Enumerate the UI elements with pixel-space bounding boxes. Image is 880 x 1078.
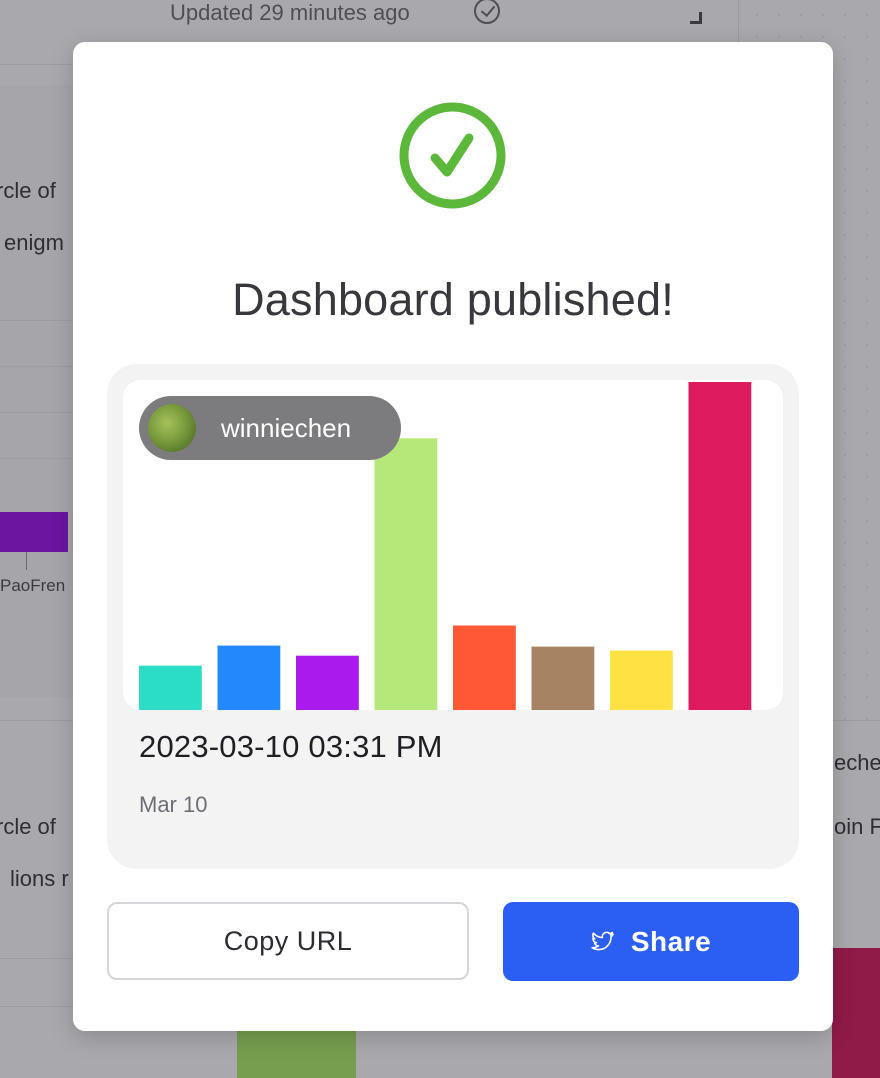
chart-bar xyxy=(296,655,359,710)
author-name: winniechen xyxy=(221,413,352,443)
modal-title: Dashboard published! xyxy=(232,274,674,325)
chart-bar xyxy=(453,625,516,710)
success-check-icon xyxy=(399,102,506,209)
background-snippet: rcle of xyxy=(0,814,56,839)
background-divider xyxy=(0,458,73,459)
background-snippet: lions r xyxy=(10,866,69,891)
share-label: Share xyxy=(630,925,712,957)
background-axis-label: PaoFren xyxy=(0,576,66,595)
chart-bar xyxy=(139,665,202,710)
chart-bar xyxy=(531,646,595,710)
preview-subdate: Mar 10 xyxy=(139,792,208,817)
preview-chart: winniechen xyxy=(123,380,783,710)
background-updated-text: Updated 29 minutes ago xyxy=(170,0,410,25)
chart-bar xyxy=(688,382,752,710)
background-bar xyxy=(832,948,880,1078)
background-snippet: rcle of xyxy=(0,178,56,203)
background-divider xyxy=(0,64,73,65)
background-divider xyxy=(0,958,73,959)
background-snippet: eche xyxy=(834,750,880,775)
background-divider xyxy=(738,0,739,44)
background-divider xyxy=(832,720,880,721)
share-button[interactable]: Share xyxy=(503,902,799,981)
preview-date: 2023-03-10 03:31 PM xyxy=(139,729,443,764)
background-snippet: enigm xyxy=(4,230,64,255)
chart-bar xyxy=(610,650,673,710)
background-resize-icon xyxy=(690,12,702,24)
background-snippet: oin F xyxy=(834,814,880,839)
dashboard-preview-card: winniechen 2023-03-10 03:31 PM Mar 10 xyxy=(107,364,799,869)
avatar xyxy=(148,404,196,452)
author-pill: winniechen xyxy=(139,396,401,460)
background-bar xyxy=(237,1030,356,1078)
twitter-bird-icon xyxy=(591,931,614,950)
copy-url-label: Copy URL xyxy=(223,926,353,956)
background-panel xyxy=(0,85,74,697)
chart-bar xyxy=(217,645,281,710)
background-divider xyxy=(0,720,73,721)
background-divider xyxy=(0,1006,73,1007)
background-axis-tick xyxy=(26,552,27,570)
copy-url-button[interactable]: Copy URL xyxy=(107,902,469,980)
background-divider xyxy=(0,320,73,321)
background-divider xyxy=(0,366,73,367)
background-divider xyxy=(0,412,73,413)
chart-bar xyxy=(374,438,438,710)
publish-success-modal: Dashboard published! winniechen 2023-03-… xyxy=(73,42,833,1031)
background-bar xyxy=(0,512,68,552)
background-check-icon xyxy=(474,0,500,24)
